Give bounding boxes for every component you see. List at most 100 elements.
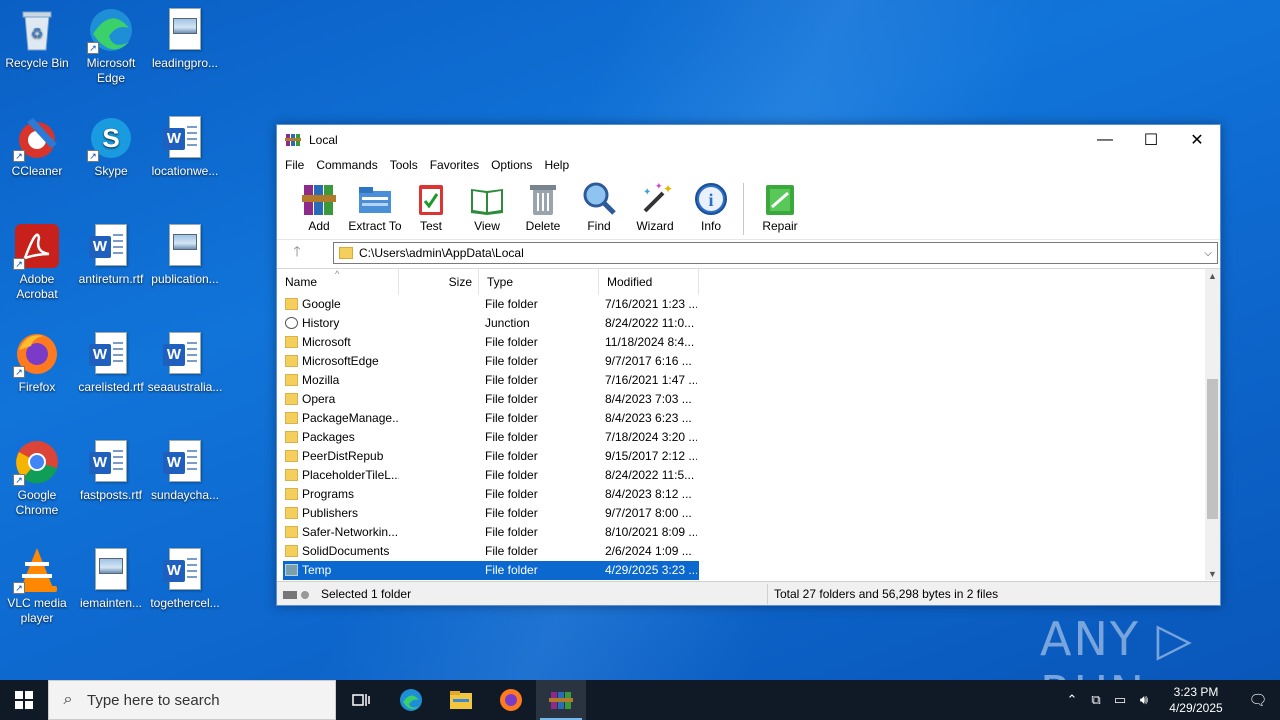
scroll-thumb[interactable] [1207, 379, 1218, 519]
desktop-icon[interactable]: ♻ Recycle Bin [0, 6, 74, 71]
chevron-down-icon[interactable]: ⌵ [1199, 248, 1217, 259]
start-button[interactable] [0, 680, 48, 720]
taskbar-search[interactable]: ⌕ Type here to search [48, 680, 336, 720]
extract-to-button[interactable]: Extract To [347, 181, 403, 233]
desktop-icon[interactable]: iemainten... [74, 546, 148, 611]
notification-icon[interactable]: 🗨︎ [1236, 691, 1280, 709]
desktop-icon[interactable]: publication... [148, 222, 222, 287]
table-row[interactable]: Programs File folder 8/4/2023 8:12 ... [277, 485, 1205, 504]
repair-button[interactable]: Repair [752, 181, 808, 233]
table-row[interactable]: Opera File folder 8/4/2023 7:03 ... [277, 390, 1205, 409]
search-icon: ⌕ [63, 691, 73, 708]
table-row[interactable]: Google File folder 7/16/2021 1:23 ... [277, 295, 1205, 314]
shortcut-arrow-icon: ↗ [87, 150, 99, 162]
view-button[interactable]: View [459, 181, 515, 233]
file-type: Junction [485, 316, 530, 330]
table-row[interactable]: Safer-Networkin... File folder 8/10/2021 8… [277, 523, 1205, 542]
desktop-icon[interactable]: S ↗ Skype [74, 114, 148, 179]
file-modified: 8/4/2023 8:12 ... [605, 487, 692, 501]
maximize-button[interactable]: ☐ [1128, 125, 1174, 155]
shortcut-arrow-icon: ↗ [13, 258, 25, 270]
chrome-icon: ↗ [13, 438, 61, 486]
test-button[interactable]: Test [403, 181, 459, 233]
folder-icon [285, 469, 298, 481]
table-row[interactable]: Microsoft File folder 11/18/2024 8:4... [277, 333, 1205, 352]
table-row[interactable]: PackageManage... File folder 8/4/2023 6:23… [277, 409, 1205, 428]
winrar-taskbar-icon[interactable] [536, 680, 586, 720]
file-type: File folder [485, 411, 538, 425]
volume-icon[interactable]: 🔊︎ [1132, 692, 1156, 708]
close-button[interactable]: ✕ [1174, 125, 1220, 155]
desktop-icon[interactable]: Wfastposts.rtf [74, 438, 148, 503]
column-name[interactable]: Name ^ [277, 269, 399, 295]
winrar-app-icon [285, 132, 301, 148]
desktop-icon[interactable]: Wsundaycha... [148, 438, 222, 503]
table-row[interactable]: MicrosoftEdge File folder 9/7/2017 6:16 ..… [277, 352, 1205, 371]
desktop-icon[interactable]: Wlocationwe... [148, 114, 222, 179]
menu-commands[interactable]: Commands [310, 158, 383, 172]
desktop-icon-label: publication... [151, 272, 219, 286]
scroll-up-icon[interactable]: ▲ [1205, 271, 1220, 281]
file-name: SolidDocuments [302, 544, 390, 558]
desktop-icon-label: Adobe Acrobat [16, 272, 58, 301]
wizard-button[interactable]: ✦ ✦ ✦ Wizard [627, 181, 683, 233]
desktop-icon[interactable]: ↗ Google Chrome [0, 438, 74, 518]
table-row[interactable]: Publishers File folder 9/7/2017 8:00 ... [277, 504, 1205, 523]
task-view-icon[interactable] [336, 680, 386, 720]
toolbar-label: Delete [525, 219, 561, 233]
find-button[interactable]: Find [571, 181, 627, 233]
network-icon[interactable]: ▭ [1108, 692, 1132, 708]
table-row[interactable]: Mozilla File folder 7/16/2021 1:47 ... [277, 371, 1205, 390]
edge-taskbar-icon[interactable] [386, 680, 436, 720]
desktop-icon[interactable]: ↗ Firefox [0, 330, 74, 395]
table-row[interactable]: PeerDistRepub File folder 9/15/2017 2:12 .… [277, 447, 1205, 466]
file-name: Mozilla [302, 373, 340, 387]
add-button[interactable]: Add [291, 181, 347, 233]
column-type[interactable]: Type [479, 269, 599, 295]
menu-tools[interactable]: Tools [384, 158, 424, 172]
word-doc-icon: W [161, 330, 209, 378]
firefox-taskbar-icon[interactable] [486, 680, 536, 720]
table-row[interactable]: History Junction 8/24/2022 11:0... [277, 314, 1205, 333]
info-button[interactable]: i Info [683, 181, 739, 233]
desktop-icon[interactable]: Wcarelisted.rtf [74, 330, 148, 395]
word-doc-icon: W [87, 438, 135, 486]
extract-folder-icon [357, 181, 393, 217]
column-size[interactable]: Size [399, 269, 479, 295]
table-row[interactable]: Temp File folder 4/29/2025 3:23 ... [277, 561, 1205, 580]
address-bar[interactable]: C:\Users\admin\AppData\Local ⌵ [333, 242, 1218, 264]
desktop-icon[interactable]: ↗ Microsoft Edge [74, 6, 148, 86]
desktop-icon[interactable]: Wtogethercel... [148, 546, 222, 611]
clock[interactable]: 3:23 PM 4/29/2025 [1156, 684, 1236, 716]
column-modified[interactable]: Modified [599, 269, 699, 295]
scroll-down-icon[interactable]: ▼ [1205, 569, 1220, 579]
desktop-icon[interactable]: Wantireturn.rtf [74, 222, 148, 287]
file-name: Temp [302, 563, 332, 577]
table-row[interactable]: Packages File folder 7/18/2024 3:20 ... [277, 428, 1205, 447]
up-folder-button[interactable]: 🡑 [277, 241, 317, 265]
network-device-icon[interactable]: ⧉ [1084, 692, 1108, 708]
title-bar[interactable]: Local — ☐ ✕ [277, 125, 1220, 155]
table-row[interactable]: PlaceholderTileL... File folder 8/24/2022 … [277, 466, 1205, 485]
desktop-icon[interactable]: ↗ CCleaner [0, 114, 74, 179]
desktop-icon[interactable]: leadingpro... [148, 6, 222, 71]
desktop-icon[interactable]: Wseaaustralia... [148, 330, 222, 395]
menu-help[interactable]: Help [538, 158, 575, 172]
file-type: File folder [485, 392, 538, 406]
image-file-icon [161, 222, 209, 270]
minimize-button[interactable]: — [1082, 125, 1128, 155]
chevron-up-icon[interactable]: ⌃ [1060, 692, 1084, 708]
desktop-icon[interactable]: ↗ VLC media player [0, 546, 74, 626]
table-row[interactable]: SolidDocuments File folder 2/6/2024 1:09 .… [277, 542, 1205, 561]
svg-text:S: S [102, 123, 119, 153]
system-tray: ⌃ ⧉ ▭ 🔊︎ 3:23 PM 4/29/2025 🗨︎ [1060, 680, 1280, 720]
delete-button[interactable]: Delete [515, 181, 571, 233]
menu-options[interactable]: Options [485, 158, 538, 172]
menu-file[interactable]: File [279, 158, 310, 172]
file-explorer-icon[interactable] [436, 680, 486, 720]
file-modified: 9/15/2017 2:12 ... [605, 449, 697, 463]
desktop-icon[interactable]: ↗ Adobe Acrobat [0, 222, 74, 302]
vertical-scrollbar[interactable]: ▲ ▼ [1205, 269, 1220, 580]
menu-favorites[interactable]: Favorites [424, 158, 485, 172]
skype-icon: S ↗ [87, 114, 135, 162]
